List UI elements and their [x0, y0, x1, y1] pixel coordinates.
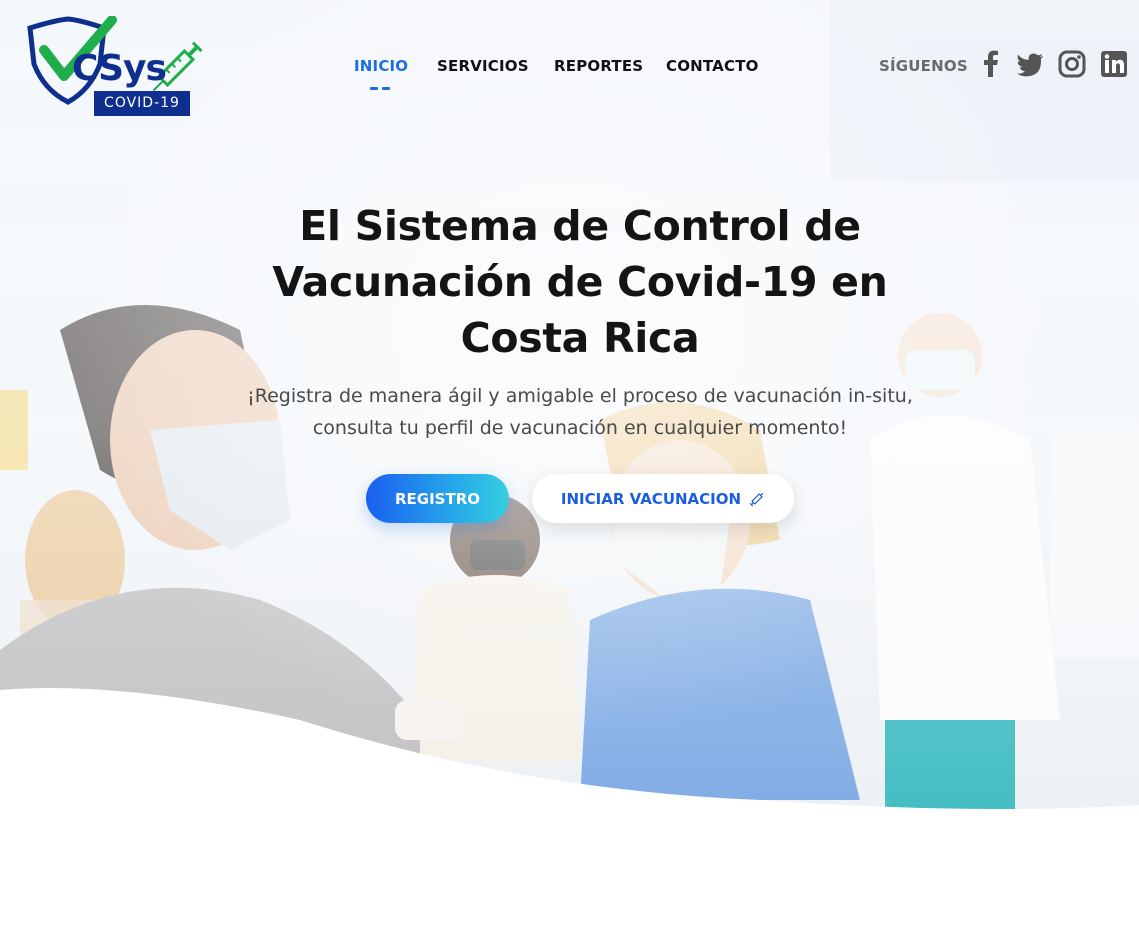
linkedin-icon[interactable] — [1099, 49, 1129, 79]
nav-item-reportes[interactable]: REPORTES — [554, 57, 643, 75]
instagram-icon[interactable] — [1057, 49, 1087, 79]
hero-title-line: Costa Rica — [460, 314, 700, 362]
logo-badge: COVID-19 — [94, 91, 190, 116]
registro-button-label: REGISTRO — [394, 489, 481, 508]
hero-title: El Sistema de Control de Vacunación de C… — [200, 198, 960, 366]
iniciar-vacunacion-button[interactable]: INICIAR VACUNACION — [532, 474, 794, 523]
iniciar-vacunacion-label: INICIAR VACUNACION — [560, 489, 742, 508]
twitter-icon[interactable] — [1015, 49, 1045, 79]
hero-background-image — [0, 0, 1139, 937]
hero-subtitle: ¡Registra de manera ágil y amigable el p… — [180, 380, 980, 444]
social-label: SÍGUENOS — [879, 57, 968, 75]
hero-section: CSys COVID-19 INICIO SERVICIOS REPORTES … — [0, 0, 1139, 937]
active-nav-indicator — [370, 87, 390, 91]
hero-title-line: Vacunación de Covid-19 en — [272, 258, 888, 306]
logo-wordmark: CSys — [72, 48, 167, 89]
syringe-icon — [749, 492, 764, 506]
nav-item-servicios[interactable]: SERVICIOS — [437, 57, 529, 75]
facebook-icon[interactable] — [976, 49, 1006, 79]
registro-button[interactable]: REGISTRO — [366, 474, 509, 523]
nav-item-inicio[interactable]: INICIO — [354, 57, 408, 75]
hero-subtitle-line: ¡Registra de manera ágil y amigable el p… — [247, 385, 913, 407]
hero-title-line: El Sistema de Control de — [299, 202, 861, 250]
hero-subtitle-line: consulta tu perfil de vacunación en cual… — [312, 417, 848, 439]
site-logo[interactable]: CSys COVID-19 — [24, 16, 220, 118]
nav-item-contacto[interactable]: CONTACTO — [666, 57, 759, 75]
